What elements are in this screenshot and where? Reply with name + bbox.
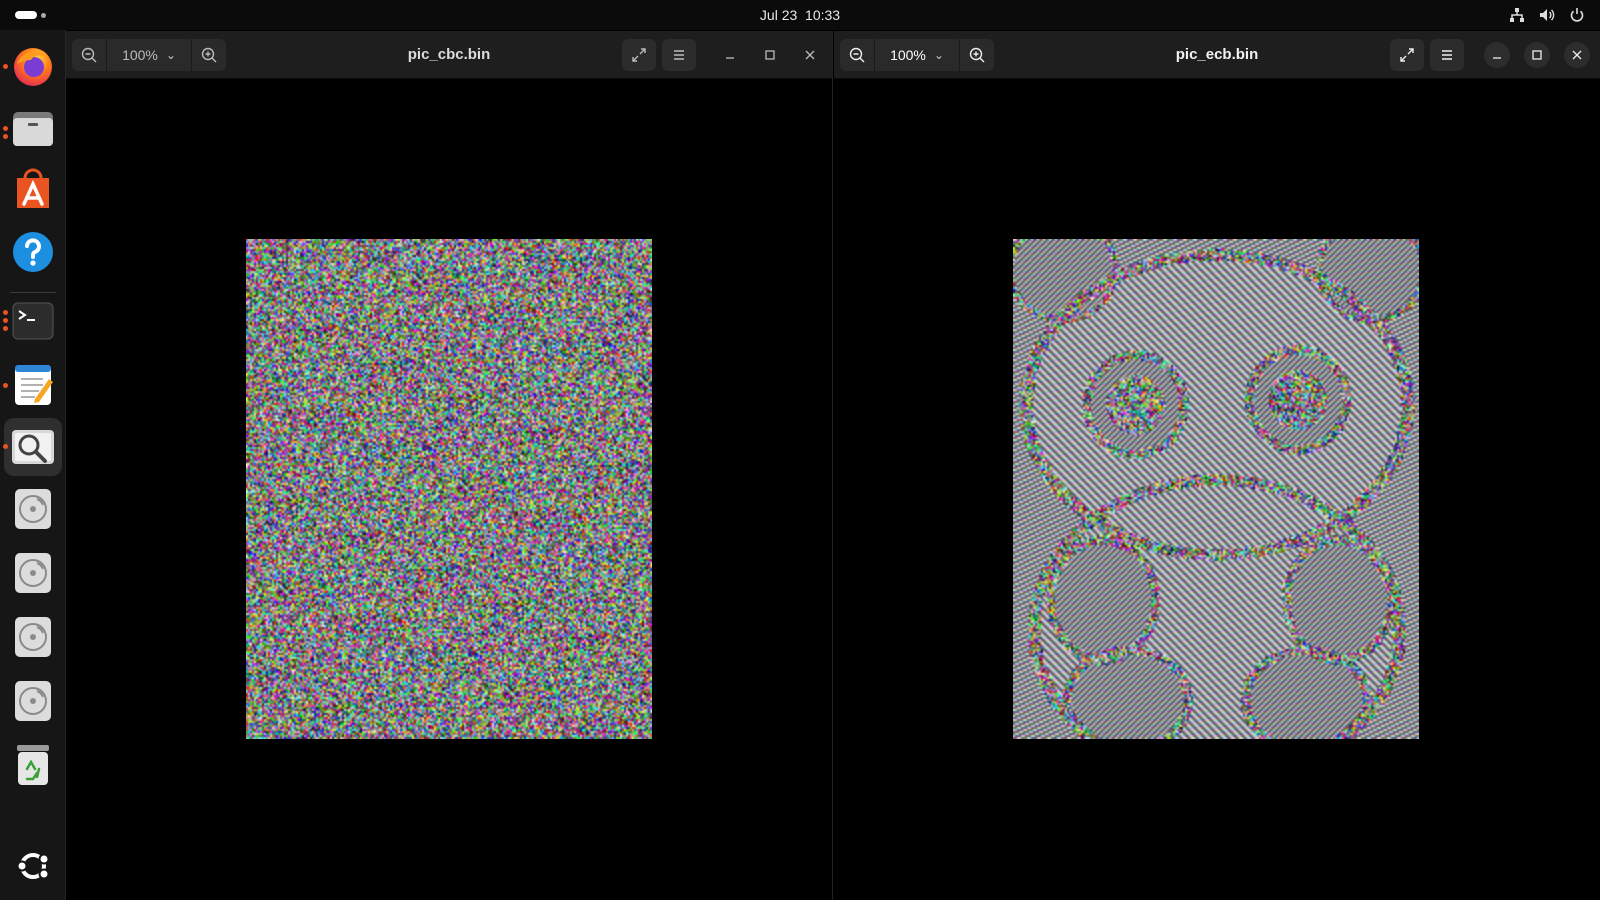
- zoom-controls: 100% ⌄: [840, 39, 994, 71]
- minimize-button[interactable]: [717, 42, 743, 68]
- network-icon[interactable]: [1508, 6, 1526, 24]
- chevron-down-icon: ⌄: [165, 48, 176, 62]
- firefox-icon: [14, 48, 52, 86]
- dock-firefox[interactable]: [9, 42, 57, 90]
- terminal-icon: [12, 302, 54, 340]
- maximize-icon: [1532, 50, 1542, 60]
- minimize-icon: [726, 57, 734, 59]
- dock-text-editor[interactable]: [9, 361, 57, 409]
- dock-terminal[interactable]: [9, 297, 57, 345]
- header-bar: 100% ⌄ pic_cbc.bin: [66, 31, 832, 79]
- image-viewer-window-cbc: 100% ⌄ pic_cbc.bin: [66, 31, 833, 900]
- zoom-out-icon: [81, 47, 97, 63]
- dock-disc-4[interactable]: [9, 677, 57, 725]
- trash-icon: [17, 745, 49, 785]
- maximize-button[interactable]: [1524, 42, 1550, 68]
- power-icon[interactable]: [1568, 6, 1586, 24]
- image-canvas-cbc[interactable]: [246, 239, 652, 739]
- image-viewer-icon: [12, 430, 54, 464]
- app-center-icon: [17, 168, 49, 208]
- main-menu-button[interactable]: [662, 39, 696, 71]
- close-button[interactable]: [1564, 42, 1590, 68]
- dock-disc-3[interactable]: [9, 613, 57, 661]
- zoom-level-dropdown[interactable]: 100% ⌄: [874, 39, 960, 71]
- disc-icon: [15, 489, 51, 529]
- maximize-icon: [765, 50, 775, 60]
- zoom-in-button[interactable]: [960, 39, 994, 71]
- dock-app-center[interactable]: [9, 166, 57, 214]
- header-bar: 100% ⌄ pic_ecb.bin: [834, 31, 1600, 79]
- zoom-out-button[interactable]: [840, 39, 874, 71]
- time-label: 10:33: [805, 7, 841, 23]
- ubuntu-logo-icon: [16, 853, 50, 880]
- close-icon: [805, 50, 815, 60]
- chevron-down-icon: ⌄: [933, 48, 944, 62]
- hamburger-menu-icon: [674, 50, 684, 60]
- dock-disc-1[interactable]: [9, 485, 57, 533]
- minimize-icon: [1493, 57, 1501, 59]
- volume-icon[interactable]: [1538, 6, 1556, 24]
- zoom-level-label: 100%: [890, 47, 926, 63]
- dock-files[interactable]: [9, 104, 57, 152]
- clock-button[interactable]: Jul 23 10:33: [760, 7, 840, 23]
- top-bar: Jul 23 10:33: [0, 0, 1600, 30]
- fullscreen-icon: [1400, 48, 1414, 62]
- workspace-dot: [41, 13, 46, 18]
- window-title-text[interactable]: pic_cbc.bin: [408, 46, 491, 63]
- hamburger-menu-icon: [1442, 50, 1452, 60]
- disc-icon: [15, 553, 51, 593]
- fullscreen-button[interactable]: [622, 39, 656, 71]
- zoom-in-button[interactable]: [192, 39, 226, 71]
- minimize-button[interactable]: [1484, 42, 1510, 68]
- dock-image-viewer[interactable]: [4, 418, 62, 476]
- workspace-pill: [15, 11, 37, 19]
- zoom-level-label: 100%: [122, 47, 158, 63]
- maximize-button[interactable]: [757, 42, 783, 68]
- date-label: Jul 23: [759, 7, 798, 23]
- fullscreen-button[interactable]: [1390, 39, 1424, 71]
- disc-icon: [15, 681, 51, 721]
- fullscreen-icon: [632, 48, 646, 62]
- show-apps-button[interactable]: [9, 842, 57, 890]
- text-editor-icon: [15, 365, 53, 405]
- image-viewer-window-ecb: 100% ⌄ pic_ecb.bin: [834, 31, 1600, 900]
- dock-trash[interactable]: [9, 741, 57, 789]
- dock-disc-2[interactable]: [9, 549, 57, 597]
- close-icon: [1572, 50, 1582, 60]
- close-button[interactable]: [797, 42, 823, 68]
- disc-icon: [15, 617, 51, 657]
- dock-separator: [10, 292, 56, 293]
- files-icon: [13, 112, 53, 146]
- help-icon: [13, 232, 53, 272]
- activities-indicator[interactable]: [15, 11, 46, 20]
- image-canvas-ecb[interactable]: [1013, 239, 1419, 739]
- zoom-out-button[interactable]: [72, 39, 106, 71]
- zoom-level-dropdown[interactable]: 100% ⌄: [106, 39, 192, 71]
- window-title-text[interactable]: pic_ecb.bin: [1176, 46, 1259, 63]
- zoom-controls: 100% ⌄: [72, 39, 226, 71]
- main-menu-button[interactable]: [1430, 39, 1464, 71]
- dock-help[interactable]: [9, 228, 57, 276]
- dock: [0, 30, 66, 900]
- zoom-in-icon: [969, 47, 985, 63]
- zoom-in-icon: [201, 47, 217, 63]
- clock: Jul 23 10:33: [0, 0, 1600, 30]
- system-tray[interactable]: [1508, 6, 1586, 24]
- zoom-out-icon: [849, 47, 865, 63]
